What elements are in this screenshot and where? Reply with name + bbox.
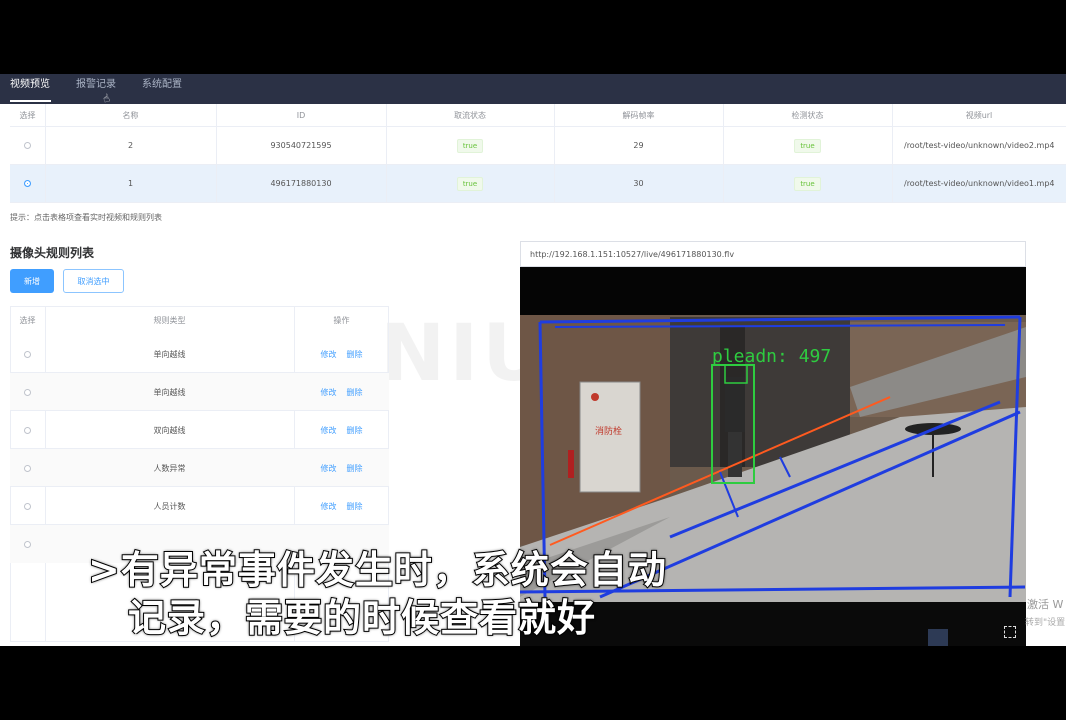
- tab-system-config[interactable]: 系统配置: [142, 74, 182, 104]
- rule-type: 人数异常: [153, 463, 186, 473]
- camera-id: 930540721595: [270, 141, 332, 150]
- delete-link[interactable]: 删除: [347, 463, 363, 474]
- stream-status-tag: true: [456, 138, 484, 153]
- stream-url-field[interactable]: http://192.168.1.151:10527/live/49617188…: [520, 241, 1026, 267]
- camera-name: 2: [127, 141, 134, 150]
- top-nav: 视频预览 报警记录 系统配置 ☝: [0, 74, 1066, 106]
- delete-link[interactable]: 删除: [347, 501, 363, 512]
- edit-link[interactable]: 修改: [321, 501, 337, 512]
- add-rule-button[interactable]: 新增: [10, 269, 54, 293]
- list-item[interactable]: 单向越线 修改 删除: [10, 335, 389, 373]
- row-radio[interactable]: [24, 540, 31, 548]
- row-radio[interactable]: [24, 350, 31, 358]
- detect-status-tag: true: [794, 138, 821, 153]
- edit-link[interactable]: 修改: [321, 463, 337, 474]
- row-radio[interactable]: [24, 464, 31, 472]
- row-radio[interactable]: [24, 180, 31, 187]
- col-header-select: 选择: [19, 110, 36, 120]
- edit-link[interactable]: 修改: [321, 425, 337, 436]
- hint-text: 提示：点击表格项查看实时视频和规则列表: [10, 213, 162, 222]
- video-url: /root/test-video/unknown/video1.mp4: [904, 179, 1055, 188]
- rule-type: 人员计数: [153, 501, 186, 511]
- video-url: /root/test-video/unknown/video2.mp4: [904, 141, 1055, 150]
- delete-link[interactable]: 删除: [347, 425, 363, 436]
- delete-link[interactable]: 删除: [347, 387, 363, 398]
- col-header-id: ID: [296, 110, 306, 120]
- list-item[interactable]: 人数异常 修改 删除: [10, 449, 389, 487]
- detection-label: pleadn: 497: [712, 346, 831, 367]
- rule-type: 单向越线: [153, 387, 186, 397]
- list-item[interactable]: 人员计数 修改 删除: [10, 487, 389, 525]
- detect-status-tag: true: [794, 176, 821, 191]
- table-row[interactable]: 2 930540721595 true 29 true /root/test-v…: [10, 127, 1066, 164]
- edit-link[interactable]: 修改: [321, 387, 337, 398]
- col-header-stream-status: 取流状态: [454, 110, 486, 120]
- row-radio[interactable]: [24, 426, 31, 434]
- subtitle-line-2: 记录，需要的时候查看就好: [127, 595, 597, 641]
- edit-link[interactable]: 修改: [321, 349, 337, 360]
- windows-activation-subtext: 转到"设置: [1025, 618, 1066, 628]
- table-row-selected[interactable]: 1 496171880130 true 30 true /root/test-v…: [10, 165, 1066, 202]
- rule-type: 单向越线: [153, 349, 186, 359]
- active-tab-indicator: [10, 100, 51, 102]
- col-header-fps: 解码帧率: [622, 110, 655, 120]
- decode-fps: 29: [633, 141, 644, 150]
- row-radio[interactable]: [24, 388, 31, 396]
- subtitle-line-1: >有异常事件发生时，系统会自动: [87, 547, 667, 593]
- camera-name: 1: [127, 179, 134, 188]
- row-radio[interactable]: [24, 142, 31, 149]
- decode-fps: 30: [633, 179, 644, 188]
- deselect-button[interactable]: 取消选中: [63, 269, 124, 293]
- col-header-video-url: 视频url: [965, 110, 993, 120]
- rule-type: 双向越线: [153, 425, 186, 435]
- col-header-name: 名称: [122, 110, 139, 120]
- app-screen: 视频预览 报警记录 系统配置 ☝ 选择 名称 ID 取流状态 解码帧率 检测状态…: [0, 74, 1066, 646]
- camera-table-header: 选择 名称 ID 取流状态 解码帧率 检测状态 视频url: [10, 104, 1066, 126]
- windows-activation-text: 激活 W: [1027, 598, 1064, 611]
- fullscreen-icon[interactable]: [1004, 626, 1016, 638]
- rules-title: 摄像头规则列表: [10, 246, 95, 260]
- camera-id: 496171880130: [270, 179, 332, 188]
- list-item[interactable]: 单向越线 修改 删除: [10, 373, 389, 411]
- list-item[interactable]: 双向越线 修改 删除: [10, 411, 389, 449]
- hydrant-sign: 消防栓: [595, 425, 622, 437]
- col-header-detect-status: 检测状态: [791, 110, 824, 120]
- stream-status-tag: true: [456, 176, 484, 191]
- delete-link[interactable]: 删除: [347, 349, 363, 360]
- row-radio[interactable]: [24, 502, 31, 510]
